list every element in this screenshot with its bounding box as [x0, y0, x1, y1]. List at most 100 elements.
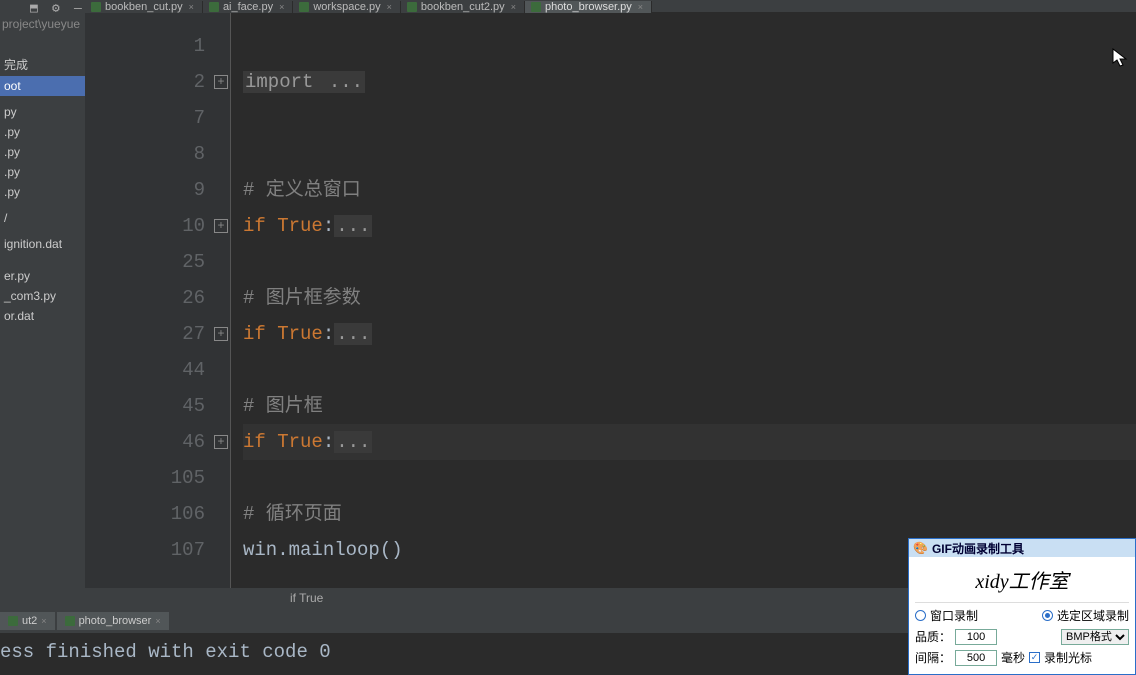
toolbar-icon[interactable]: ⬒: [30, 1, 42, 13]
line-number[interactable]: 7: [85, 100, 205, 136]
run-config-tab[interactable]: photo_browser×: [57, 612, 169, 630]
code[interactable]: import ...# 定义总窗口if True:...# 图片框参数if Tr…: [230, 13, 1136, 588]
editor-area: bookben_cut.py×ai_face.py×workspace.py×b…: [85, 13, 1136, 609]
code-line[interactable]: [243, 244, 1136, 280]
project-item[interactable]: er.py: [0, 266, 85, 286]
code-line[interactable]: if True:...: [243, 208, 1136, 244]
line-number[interactable]: 46+: [85, 424, 205, 460]
radio-window-label: 窗口录制: [930, 607, 978, 624]
cursor-checkbox[interactable]: ✓: [1029, 652, 1040, 663]
code-line[interactable]: [243, 460, 1136, 496]
python-file-icon: [299, 2, 309, 12]
line-number[interactable]: 10+: [85, 208, 205, 244]
radio-region-label: 选定区域录制: [1057, 607, 1129, 624]
line-number[interactable]: 105: [85, 460, 205, 496]
project-item[interactable]: .py: [0, 142, 85, 162]
cursor-checkbox-label: 录制光标: [1044, 649, 1092, 666]
line-number[interactable]: 1: [85, 28, 205, 64]
app-icon: 🎨: [913, 541, 928, 555]
unit-label: 毫秒: [1001, 649, 1025, 666]
project-item[interactable]: _com3.py: [0, 286, 85, 306]
project-item[interactable]: .py: [0, 122, 85, 142]
run-tab-label: photo_browser: [79, 615, 152, 627]
format-select[interactable]: BMP格式: [1061, 629, 1129, 645]
python-file-icon: [91, 2, 101, 12]
fold-expand-icon[interactable]: +: [214, 75, 228, 89]
tab-label: photo_browser.py: [545, 2, 632, 13]
code-line[interactable]: # 循环页面: [243, 496, 1136, 532]
line-number[interactable]: 106: [85, 496, 205, 532]
line-number[interactable]: 9: [85, 172, 205, 208]
close-icon[interactable]: ×: [638, 2, 643, 13]
close-icon[interactable]: ×: [189, 2, 194, 13]
project-item[interactable]: py: [0, 102, 85, 122]
gif-title-text: GIF动画录制工具: [932, 540, 1024, 557]
line-number[interactable]: 45: [85, 388, 205, 424]
interval-input[interactable]: [955, 650, 997, 666]
close-icon[interactable]: ×: [279, 2, 284, 13]
editor-tab[interactable]: workspace.py ×: [293, 1, 401, 13]
fold-expand-icon[interactable]: +: [214, 219, 228, 233]
gif-logo: xidy工作室: [915, 561, 1129, 603]
code-line[interactable]: [243, 28, 1136, 64]
tab-label: bookben_cut.py: [105, 2, 183, 13]
project-item[interactable]: .py: [0, 162, 85, 182]
project-path: project\yueyue: [0, 13, 85, 35]
fold-expand-icon[interactable]: +: [214, 435, 228, 449]
code-line[interactable]: import ...: [243, 64, 1136, 100]
tab-label: workspace.py: [313, 2, 380, 13]
code-line[interactable]: [243, 100, 1136, 136]
close-icon[interactable]: ×: [155, 616, 160, 626]
line-number[interactable]: 2+: [85, 64, 205, 100]
project-item[interactable]: oot: [0, 76, 85, 96]
editor-tab[interactable]: photo_browser.py ×: [525, 1, 652, 13]
project-item[interactable]: ignition.dat: [0, 234, 85, 254]
close-icon[interactable]: ×: [387, 2, 392, 13]
quality-label: 品质：: [915, 628, 951, 645]
code-area[interactable]: 12+78910+252627+444546+105106107 import …: [85, 13, 1136, 588]
run-tab-label: ut2: [22, 615, 37, 627]
gif-titlebar[interactable]: 🎨 GIF动画录制工具: [909, 539, 1135, 557]
python-file-icon: [531, 2, 541, 12]
line-number[interactable]: 27+: [85, 316, 205, 352]
code-line[interactable]: if True:...: [243, 316, 1136, 352]
line-number[interactable]: 26: [85, 280, 205, 316]
close-icon[interactable]: ×: [511, 2, 516, 13]
line-number[interactable]: 8: [85, 136, 205, 172]
tab-label: ai_face.py: [223, 2, 273, 13]
editor-tab[interactable]: ai_face.py ×: [203, 1, 293, 13]
python-file-icon: [407, 2, 417, 12]
project-item[interactable]: or.dat: [0, 306, 85, 326]
gif-recorder-window[interactable]: 🎨 GIF动画录制工具 xidy工作室 窗口录制 选定区域录制 品质： BMP格…: [908, 538, 1136, 675]
tab-label: bookben_cut2.py: [421, 2, 505, 13]
code-line[interactable]: # 定义总窗口: [243, 172, 1136, 208]
code-line[interactable]: # 图片框参数: [243, 280, 1136, 316]
code-line[interactable]: if True:...: [243, 424, 1136, 460]
python-file-icon: [209, 2, 219, 12]
code-line[interactable]: [243, 136, 1136, 172]
code-line[interactable]: # 图片框: [243, 388, 1136, 424]
fold-expand-icon[interactable]: +: [214, 327, 228, 341]
quality-input[interactable]: [955, 629, 997, 645]
project-item[interactable]: 完成: [0, 53, 85, 76]
line-number[interactable]: 25: [85, 244, 205, 280]
python-file-icon: [8, 616, 18, 626]
interval-label: 间隔：: [915, 649, 951, 666]
python-file-icon: [65, 616, 75, 626]
radio-region-record[interactable]: [1042, 610, 1053, 621]
settings-icon[interactable]: ⚙: [52, 1, 64, 13]
run-config-tab[interactable]: ut2 ×: [0, 612, 55, 630]
gutter: 12+78910+252627+444546+105106107: [85, 13, 230, 588]
code-line[interactable]: [243, 352, 1136, 388]
line-number[interactable]: 107: [85, 532, 205, 568]
close-icon[interactable]: ×: [41, 616, 46, 626]
radio-window-record[interactable]: [915, 610, 926, 621]
editor-tab[interactable]: bookben_cut2.py ×: [401, 1, 525, 13]
project-item[interactable]: /: [0, 208, 85, 228]
editor-tab[interactable]: bookben_cut.py ×: [85, 1, 203, 13]
line-number[interactable]: 44: [85, 352, 205, 388]
cursor-icon: [1112, 48, 1128, 68]
project-item[interactable]: .py: [0, 182, 85, 202]
tabs-bar: bookben_cut.py×ai_face.py×workspace.py×b…: [85, 1, 1136, 13]
project-panel[interactable]: project\yueyue 完成ootpy.py.py.py.py/ignit…: [0, 13, 85, 609]
